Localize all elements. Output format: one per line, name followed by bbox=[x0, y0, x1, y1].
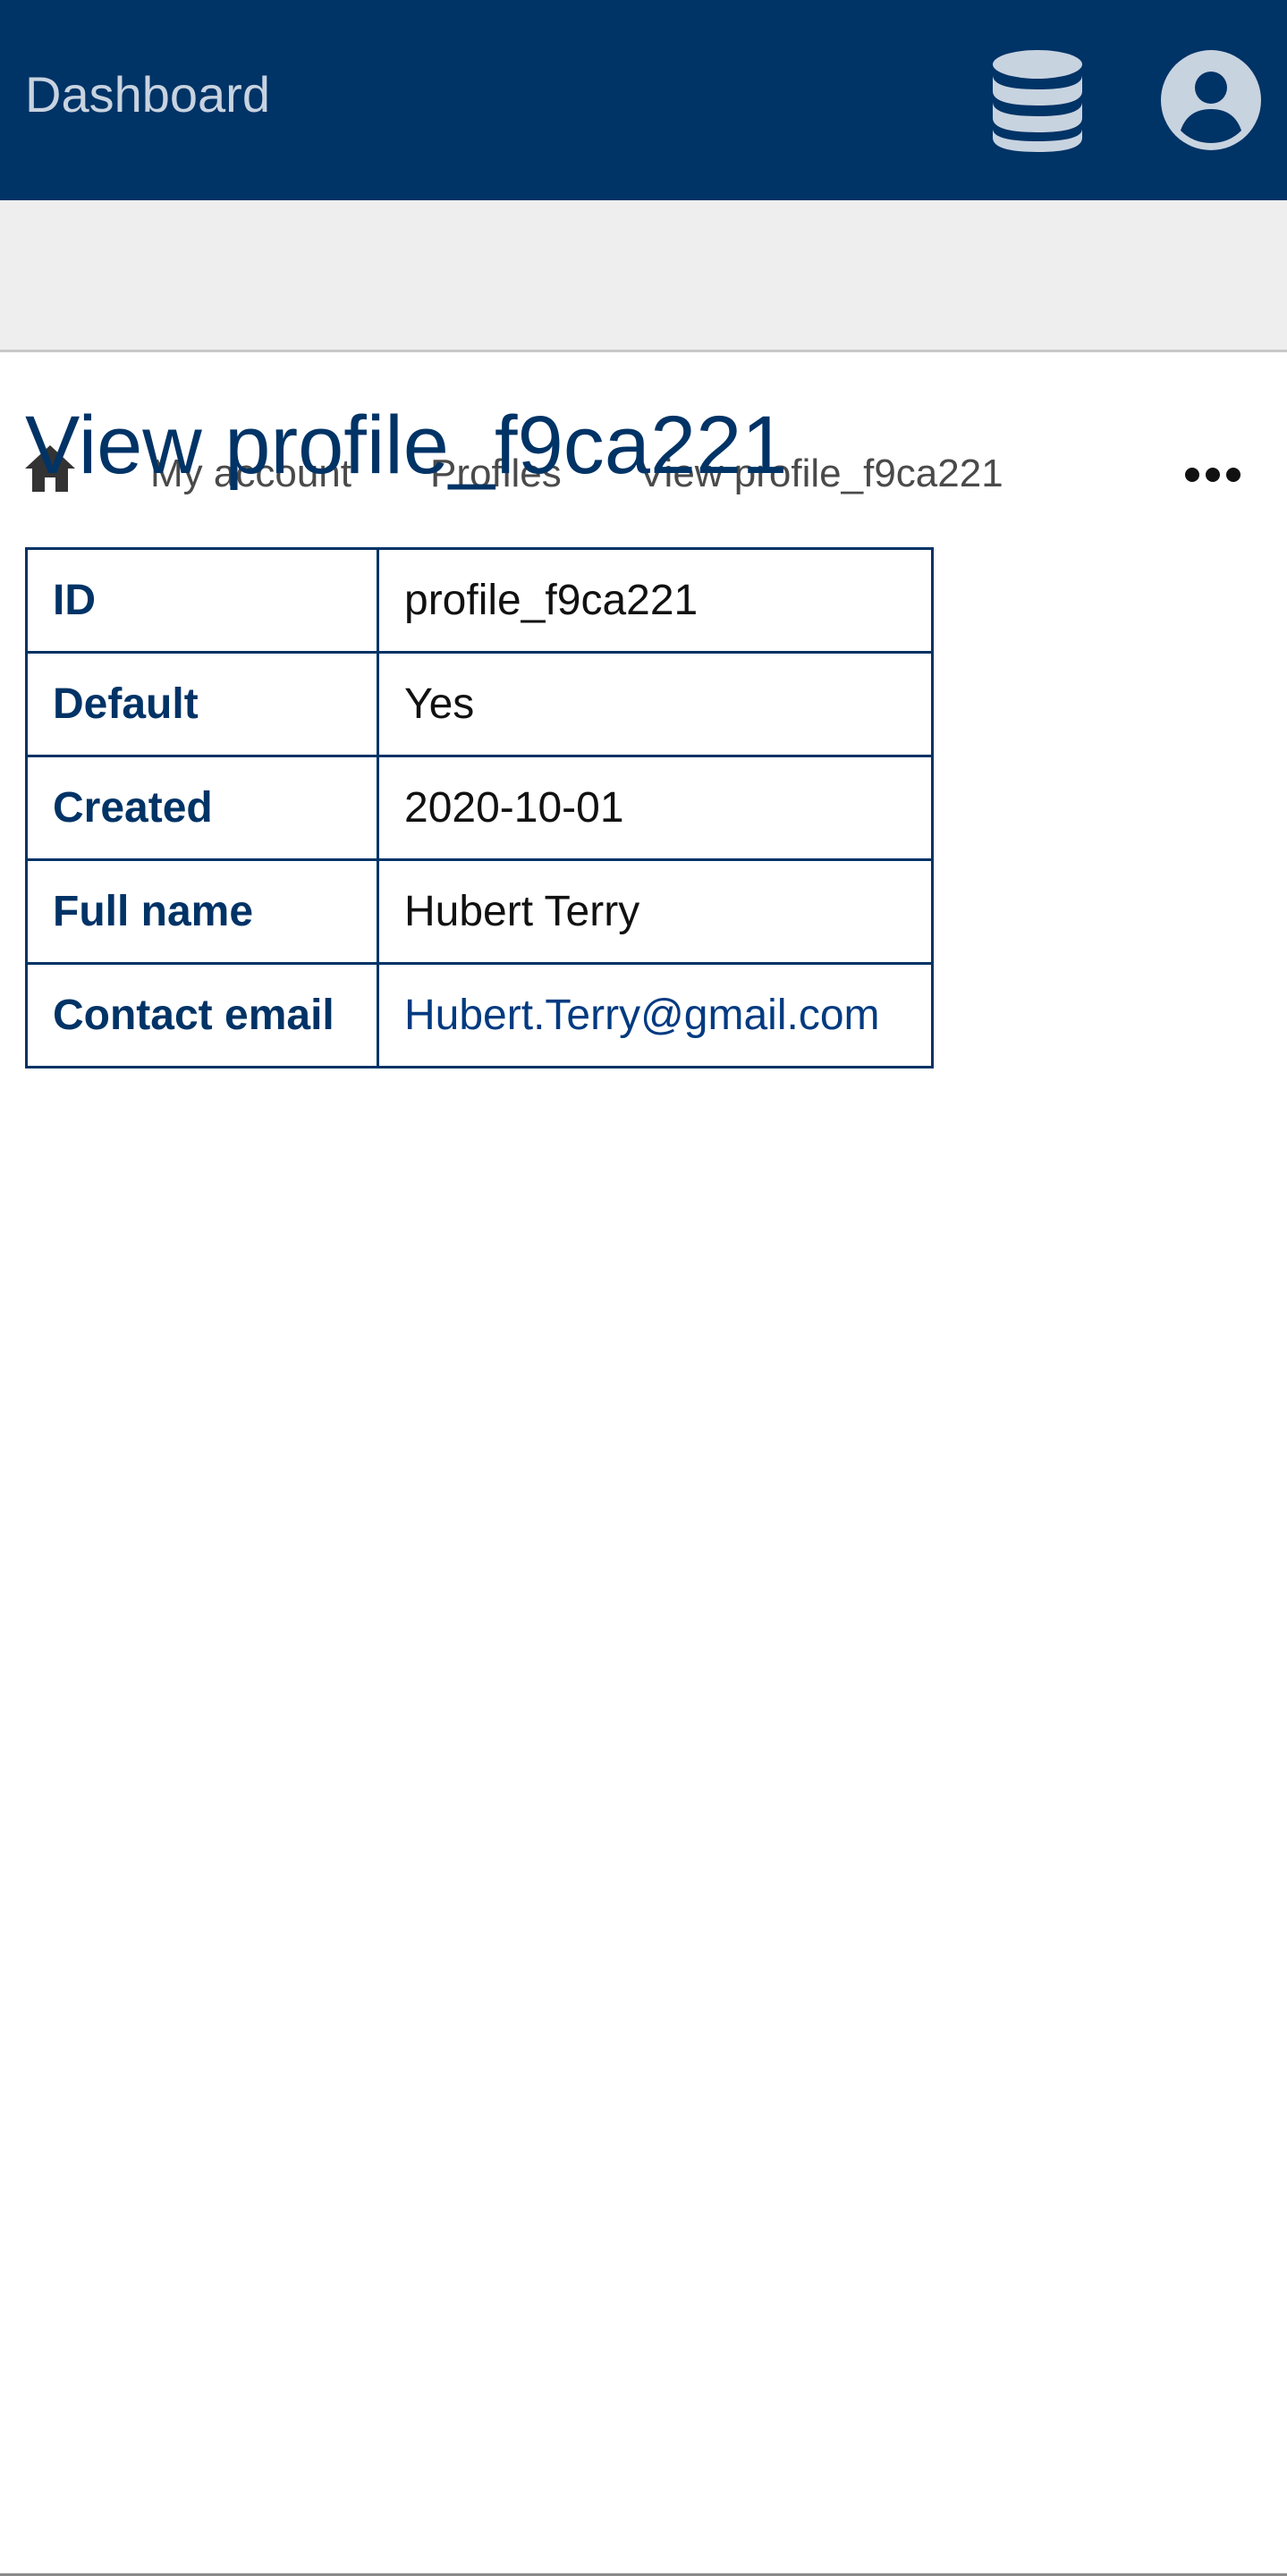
row-value-default: Yes bbox=[377, 651, 934, 757]
row-key-created: Created bbox=[25, 755, 379, 861]
row-value-contact-email: Hubert.Terry@gmail.com bbox=[377, 962, 934, 1068]
top-navbar: Dashboard bbox=[0, 0, 1287, 200]
contact-email-link[interactable]: Hubert.Terry@gmail.com bbox=[404, 992, 880, 1039]
page-title: View profile_f9ca221 bbox=[25, 400, 788, 491]
row-key-id: ID bbox=[25, 547, 379, 654]
user-account-icon[interactable] bbox=[1161, 50, 1261, 150]
row-key-default: Default bbox=[25, 651, 379, 757]
brand-dashboard-link[interactable]: Dashboard bbox=[25, 64, 270, 125]
row-value-full-name: Hubert Terry bbox=[377, 858, 934, 965]
row-key-contact-email: Contact email bbox=[25, 962, 379, 1068]
table-row: Created 2020-10-01 bbox=[25, 755, 934, 861]
table-row: Contact email Hubert.Terry@gmail.com bbox=[25, 962, 934, 1068]
row-value-created: 2020-10-01 bbox=[377, 755, 934, 861]
database-icon[interactable] bbox=[989, 48, 1086, 152]
profile-details-table: ID profile_f9ca221 Default Yes Created 2… bbox=[25, 547, 934, 1068]
row-key-full-name: Full name bbox=[25, 858, 379, 965]
table-row: Default Yes bbox=[25, 651, 934, 757]
table-row: ID profile_f9ca221 bbox=[25, 547, 934, 654]
row-value-id: profile_f9ca221 bbox=[377, 547, 934, 654]
breadcrumb: My account Profiles View profile_f9ca221 bbox=[0, 200, 1287, 495]
ellipsis-icon[interactable] bbox=[1184, 465, 1241, 485]
table-row: Full name Hubert Terry bbox=[25, 858, 934, 965]
